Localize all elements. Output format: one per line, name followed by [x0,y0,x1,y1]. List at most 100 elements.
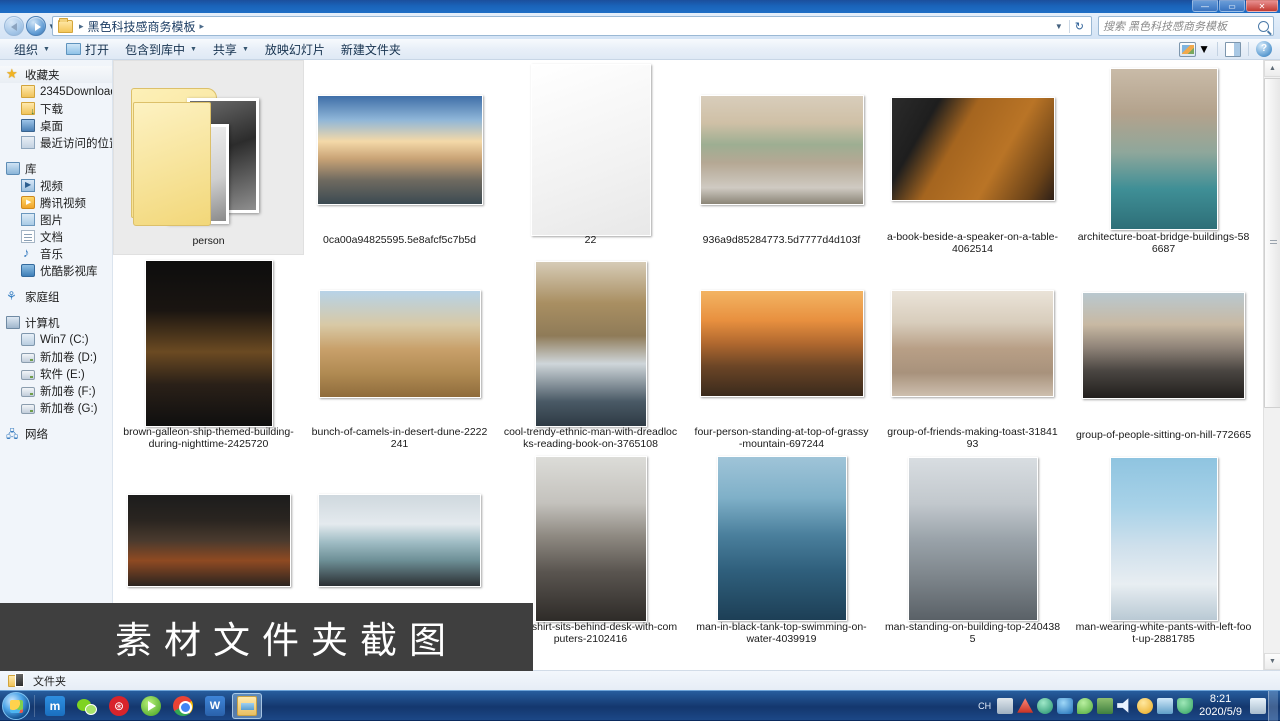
sidebar-item-music[interactable]: 音乐 [0,245,112,262]
sidebar-item-drive-f[interactable]: 新加卷 (F:) [0,382,112,399]
toolbar-divider [1248,42,1249,56]
sidebar-group-favorites[interactable]: 收藏夹 [0,66,112,83]
breadcrumb-current-folder[interactable]: 黑色科技感商务模板 [88,18,196,35]
sidebar-item-drive-c[interactable]: Win7 (C:) [0,331,112,348]
image-tile[interactable]: man-standing-on-building-top-2404385 [877,450,1068,645]
sidebar-item-recent-places[interactable]: 最近访问的位置 [0,134,112,151]
image-thumbnail [1082,291,1245,399]
sidebar-group-libraries[interactable]: 库 [0,160,112,177]
sidebar-item-desktop[interactable]: 桌面 [0,117,112,134]
ime-indicator[interactable]: CH [978,701,991,711]
sidebar-item-label: 桌面 [40,120,63,133]
tray-screen-icon[interactable] [1097,697,1114,714]
sidebar-item-downloads[interactable]: 下载 [0,100,112,117]
pictures-icon [21,213,35,226]
file-list-pane[interactable]: person 0ca00a94825595.5e8afcf5c7b5d 22 936a… [113,60,1280,670]
image-tile[interactable]: group-of-friends-making-toast-3184193 [877,255,1068,450]
scrollbar-thumb[interactable] [1264,78,1280,408]
forward-button[interactable] [26,16,46,36]
change-view-icon[interactable] [1179,41,1197,57]
image-tile[interactable]: 0ca00a94825595.5e8afcf5c7b5d [304,60,495,255]
image-tile[interactable]: 22 [495,60,686,255]
sidebar-group-computer[interactable]: 计算机 [0,314,112,331]
command-open[interactable]: 打开 [58,40,117,59]
taskbar-item-maxthon[interactable]: m [40,693,70,719]
command-share[interactable]: 共享 ▼ [205,40,257,59]
file-name-label: group-of-friends-making-toast-3184193 [887,426,1058,450]
taskbar-item-explorer[interactable] [232,692,262,719]
back-button[interactable] [4,16,24,36]
action-center-icon[interactable] [1250,697,1266,714]
image-tile[interactable]: group-of-people-sitting-on-hill-772665 [1068,255,1259,450]
command-share-label: 共享 [212,42,237,57]
thumbnail-container [692,455,872,622]
image-tile[interactable]: 936a9d85284773.5d7777d4d103f [686,60,877,255]
sidebar-item-pictures[interactable]: 图片 [0,211,112,228]
breadcrumb-separator-trailing[interactable]: ▸ [196,21,209,32]
navigation-row: ▼ ▸ 黑色科技感商务模板 ▸ ▼ ↻ 搜索 黑色科技感商务模板 [0,13,1280,39]
help-icon[interactable]: ? [1256,41,1272,57]
image-tile[interactable]: a-book-beside-a-speaker-on-a-table-40625… [877,60,1068,255]
tray-security-icon[interactable] [1177,697,1194,714]
tray-warning-icon[interactable] [1017,698,1034,713]
search-icon [1258,20,1269,32]
image-tile[interactable]: bunch-of-camels-in-desert-dune-2222241 [304,255,495,450]
tray-volume-icon[interactable] [1117,698,1129,713]
taskbar-item-wps[interactable]: W [200,693,230,719]
taskbar-item-netease-music[interactable]: ⊛ [104,693,134,719]
start-button[interactable] [2,691,30,720]
refresh-button[interactable]: ↻ [1068,19,1089,33]
sidebar-item-drive-g[interactable]: 新加卷 (G:) [0,399,112,416]
image-tile[interactable]: architecture-boat-bridge-buildings-58668… [1068,60,1259,255]
breadcrumb-separator-leading[interactable]: ▸ [75,21,88,32]
close-button[interactable]: ✕ [1246,0,1278,12]
tray-chat-icon[interactable] [1077,697,1094,714]
tray-update-icon[interactable] [1037,697,1054,714]
sidebar-item-drive-d[interactable]: 新加卷 (D:) [0,348,112,365]
image-tile[interactable]: four-person-standing-at-top-of-grassy-mo… [686,255,877,450]
image-thumbnail [891,290,1054,397]
sidebar-label-homegroup: 家庭组 [25,291,60,304]
vertical-scrollbar[interactable]: ▲ ▼ [1263,60,1280,670]
sidebar-item-2345downloads[interactable]: 2345Downloads [0,83,112,100]
image-tile[interactable]: man-wearing-white-pants-with-left-foot-u… [1068,450,1259,645]
sidebar-group-homegroup[interactable]: 家庭组 [0,288,112,305]
minimize-button[interactable]: — [1192,0,1218,12]
sidebar-item-documents[interactable]: 文档 [0,228,112,245]
command-include-in-library[interactable]: 包含到库中 ▼ [117,40,205,59]
file-name-label: man-wearing-white-pants-with-left-foot-u… [1075,621,1252,645]
image-tile[interactable]: cool-trendy-ethnic-man-with-dreadlocks-r… [495,255,686,450]
sidebar-item-drive-e[interactable]: 软件 (E:) [0,365,112,382]
scroll-down-button[interactable]: ▼ [1264,653,1280,670]
search-box[interactable]: 搜索 黑色科技感商务模板 [1098,16,1274,36]
image-tile[interactable]: brown-galleon-ship-themed-building-durin… [113,255,304,450]
sidebar-item-tencent-video[interactable]: 腾讯视频 [0,194,112,211]
folder-tile[interactable]: person [113,60,304,255]
views-chevron-down-icon[interactable]: ▼ [1198,42,1210,56]
address-bar[interactable]: ▸ 黑色科技感商务模板 ▸ ▼ ↻ [52,16,1092,36]
sidebar-group-network[interactable]: 网络 [0,425,112,445]
taskbar-item-wechat[interactable] [72,693,102,719]
navigation-pane[interactable]: 收藏夹 2345Downloads 下载 桌面 最近访问的位置 库 [0,60,113,670]
command-slideshow[interactable]: 放映幻灯片 [257,40,333,59]
tray-folder-icon[interactable] [997,697,1014,714]
address-history-caret[interactable]: ▼ [1049,22,1069,31]
show-desktop-button[interactable] [1268,690,1278,721]
sidebar-item-videos[interactable]: 视频 [0,177,112,194]
sidebar-item-label: 新加卷 (D:) [40,351,97,364]
preview-pane-icon[interactable] [1225,41,1241,57]
scroll-up-button[interactable]: ▲ [1264,60,1280,77]
taskbar-item-media-player[interactable] [136,693,166,719]
sidebar-item-youku[interactable]: 优酷影视库 [0,262,112,279]
system-tray: CH 8:21 2020/5/9 [978,690,1280,721]
tray-shield-blue-icon[interactable] [1057,697,1074,714]
taskbar-item-chrome[interactable] [168,693,198,719]
tray-plus-icon[interactable] [1137,697,1154,714]
maximize-button[interactable]: ▭ [1219,0,1245,12]
command-new-folder[interactable]: 新建文件夹 [333,40,409,59]
command-organize[interactable]: 组织 ▼ [6,40,58,59]
clock[interactable]: 8:21 2020/5/9 [1199,693,1242,719]
tray-network-icon[interactable] [1157,697,1174,714]
image-tile[interactable]: man-in-black-tank-top-swimming-on-water-… [686,450,877,645]
search-input[interactable]: 搜索 黑色科技感商务模板 [1103,18,1258,34]
